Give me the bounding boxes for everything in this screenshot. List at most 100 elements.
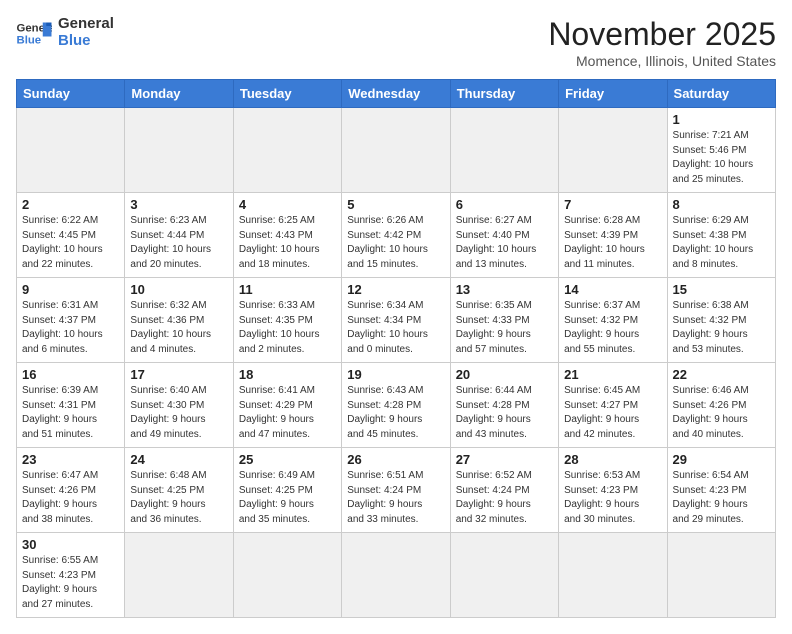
- calendar-cell: 4Sunrise: 6:25 AM Sunset: 4:43 PM Daylig…: [233, 193, 341, 278]
- day-number: 28: [564, 452, 661, 467]
- calendar-cell: 21Sunrise: 6:45 AM Sunset: 4:27 PM Dayli…: [559, 363, 667, 448]
- day-info: Sunrise: 6:53 AM Sunset: 4:23 PM Dayligh…: [564, 469, 661, 527]
- week-row-2: 2 Sunrise: 6:22 AM Sunset: 4:45 PM Daylig…: [17, 193, 776, 278]
- header-thursday: Thursday: [450, 80, 558, 108]
- calendar-subtitle: Momence, Illinois, United States: [548, 53, 776, 69]
- day-number: 22: [673, 367, 770, 382]
- calendar-cell: 24 Sunrise: 6:48 AM Sunset: 4:25 PM Dayli…: [125, 448, 233, 533]
- calendar-cell: 26Sunrise: 6:51 AM Sunset: 4:24 PM Dayli…: [342, 448, 450, 533]
- calendar-cell: 13Sunrise: 6:35 AM Sunset: 4:33 PM Dayli…: [450, 278, 558, 363]
- day-info: Sunrise: 6:40 AM Sunset: 4:30 PM Dayligh…: [130, 384, 227, 442]
- calendar-cell: 8 Sunrise: 6:29 AM Sunset: 4:38 PM Daylig…: [667, 193, 775, 278]
- day-number: 3: [130, 197, 227, 212]
- week-row-4: 16 Sunrise: 6:39 AM Sunset: 4:31 PM Dayli…: [17, 363, 776, 448]
- calendar-cell: 22 Sunrise: 6:46 AM Sunset: 4:26 PM Dayli…: [667, 363, 775, 448]
- calendar-cell: 9Sunrise: 6:31 AM Sunset: 4:37 PM Daylig…: [17, 278, 125, 363]
- week-row-5: 23Sunrise: 6:47 AM Sunset: 4:26 PM Dayli…: [17, 448, 776, 533]
- calendar-cell: 19 Sunrise: 6:43 AM Sunset: 4:28 PM Dayli…: [342, 363, 450, 448]
- day-info: Sunrise: 6:46 AM Sunset: 4:26 PM Dayligh…: [673, 384, 770, 442]
- week-row-6: 30 Sunrise: 6:55 AM Sunset: 4:23 PM Dayli…: [17, 533, 776, 618]
- logo-line2: Blue: [58, 33, 114, 50]
- calendar-cell: 2 Sunrise: 6:22 AM Sunset: 4:45 PM Daylig…: [17, 193, 125, 278]
- calendar-cell: 5 Sunrise: 6:26 AM Sunset: 4:42 PM Daylig…: [342, 193, 450, 278]
- day-info: Sunrise: 6:54 AM Sunset: 4:23 PM Dayligh…: [673, 469, 770, 527]
- calendar-cell: 7Sunrise: 6:28 AM Sunset: 4:39 PM Daylig…: [559, 193, 667, 278]
- header-saturday: Saturday: [667, 80, 775, 108]
- day-info: Sunrise: 6:44 AM Sunset: 4:28 PM Dayligh…: [456, 384, 553, 442]
- day-number: 2: [22, 197, 119, 212]
- calendar-cell: [667, 533, 775, 618]
- day-number: 13: [456, 282, 553, 297]
- calendar-header-row: SundayMondayTuesdayWednesdayThursdayFrid…: [17, 80, 776, 108]
- calendar-title: November 2025: [548, 16, 776, 53]
- header-wednesday: Wednesday: [342, 80, 450, 108]
- title-block: November 2025 Momence, Illinois, United …: [548, 16, 776, 69]
- calendar-cell: [342, 108, 450, 193]
- day-number: 23: [22, 452, 119, 467]
- calendar-cell: [559, 108, 667, 193]
- day-number: 11: [239, 282, 336, 297]
- day-info: Sunrise: 7:21 AM Sunset: 5:46 PM Dayligh…: [673, 129, 770, 187]
- day-info: Sunrise: 6:26 AM Sunset: 4:42 PM Dayligh…: [347, 214, 444, 272]
- day-info: Sunrise: 6:22 AM Sunset: 4:45 PM Dayligh…: [22, 214, 119, 272]
- day-number: 6: [456, 197, 553, 212]
- day-info: Sunrise: 6:48 AM Sunset: 4:25 PM Dayligh…: [130, 469, 227, 527]
- day-number: 29: [673, 452, 770, 467]
- day-number: 18: [239, 367, 336, 382]
- calendar-cell: 14 Sunrise: 6:37 AM Sunset: 4:32 PM Dayli…: [559, 278, 667, 363]
- day-info: Sunrise: 6:23 AM Sunset: 4:44 PM Dayligh…: [130, 214, 227, 272]
- calendar-cell: [233, 533, 341, 618]
- day-info: Sunrise: 6:51 AM Sunset: 4:24 PM Dayligh…: [347, 469, 444, 527]
- day-info: Sunrise: 6:41 AM Sunset: 4:29 PM Dayligh…: [239, 384, 336, 442]
- calendar-cell: 29 Sunrise: 6:54 AM Sunset: 4:23 PM Dayli…: [667, 448, 775, 533]
- day-number: 14: [564, 282, 661, 297]
- week-row-3: 9Sunrise: 6:31 AM Sunset: 4:37 PM Daylig…: [17, 278, 776, 363]
- day-number: 30: [22, 537, 119, 552]
- calendar-cell: [125, 108, 233, 193]
- day-number: 8: [673, 197, 770, 212]
- logo: General Blue General Blue: [16, 16, 114, 49]
- calendar-cell: 30 Sunrise: 6:55 AM Sunset: 4:23 PM Dayli…: [17, 533, 125, 618]
- day-number: 10: [130, 282, 227, 297]
- week-row-1: 1Sunrise: 7:21 AM Sunset: 5:46 PM Daylig…: [17, 108, 776, 193]
- day-number: 5: [347, 197, 444, 212]
- day-info: Sunrise: 6:31 AM Sunset: 4:37 PM Dayligh…: [22, 299, 119, 357]
- header-tuesday: Tuesday: [233, 80, 341, 108]
- day-number: 16: [22, 367, 119, 382]
- day-info: Sunrise: 6:43 AM Sunset: 4:28 PM Dayligh…: [347, 384, 444, 442]
- calendar-cell: 15Sunrise: 6:38 AM Sunset: 4:32 PM Dayli…: [667, 278, 775, 363]
- day-number: 12: [347, 282, 444, 297]
- day-number: 7: [564, 197, 661, 212]
- calendar-cell: 25Sunrise: 6:49 AM Sunset: 4:25 PM Dayli…: [233, 448, 341, 533]
- day-info: Sunrise: 6:37 AM Sunset: 4:32 PM Dayligh…: [564, 299, 661, 357]
- day-info: Sunrise: 6:29 AM Sunset: 4:38 PM Dayligh…: [673, 214, 770, 272]
- day-info: Sunrise: 6:49 AM Sunset: 4:25 PM Dayligh…: [239, 469, 336, 527]
- day-info: Sunrise: 6:32 AM Sunset: 4:36 PM Dayligh…: [130, 299, 227, 357]
- calendar-cell: 23Sunrise: 6:47 AM Sunset: 4:26 PM Dayli…: [17, 448, 125, 533]
- day-info: Sunrise: 6:38 AM Sunset: 4:32 PM Dayligh…: [673, 299, 770, 357]
- logo-line1: General: [58, 16, 114, 33]
- day-info: Sunrise: 6:39 AM Sunset: 4:31 PM Dayligh…: [22, 384, 119, 442]
- calendar-cell: 6 Sunrise: 6:27 AM Sunset: 4:40 PM Daylig…: [450, 193, 558, 278]
- day-number: 19: [347, 367, 444, 382]
- calendar-table: SundayMondayTuesdayWednesdayThursdayFrid…: [16, 79, 776, 618]
- calendar-cell: 17Sunrise: 6:40 AM Sunset: 4:30 PM Dayli…: [125, 363, 233, 448]
- calendar-cell: [450, 533, 558, 618]
- calendar-cell: [450, 108, 558, 193]
- calendar-cell: 10 Sunrise: 6:32 AM Sunset: 4:36 PM Dayli…: [125, 278, 233, 363]
- calendar-cell: [233, 108, 341, 193]
- day-info: Sunrise: 6:55 AM Sunset: 4:23 PM Dayligh…: [22, 554, 119, 612]
- page-header: General Blue General Blue November 2025 …: [16, 16, 776, 69]
- calendar-cell: 11Sunrise: 6:33 AM Sunset: 4:35 PM Dayli…: [233, 278, 341, 363]
- header-sunday: Sunday: [17, 80, 125, 108]
- calendar-cell: 12Sunrise: 6:34 AM Sunset: 4:34 PM Dayli…: [342, 278, 450, 363]
- header-friday: Friday: [559, 80, 667, 108]
- day-info: Sunrise: 6:45 AM Sunset: 4:27 PM Dayligh…: [564, 384, 661, 442]
- day-info: Sunrise: 6:27 AM Sunset: 4:40 PM Dayligh…: [456, 214, 553, 272]
- day-number: 24: [130, 452, 227, 467]
- day-number: 27: [456, 452, 553, 467]
- logo-icon: General Blue: [16, 19, 52, 47]
- calendar-cell: 3 Sunrise: 6:23 AM Sunset: 4:44 PM Daylig…: [125, 193, 233, 278]
- calendar-cell: 20Sunrise: 6:44 AM Sunset: 4:28 PM Dayli…: [450, 363, 558, 448]
- day-info: Sunrise: 6:52 AM Sunset: 4:24 PM Dayligh…: [456, 469, 553, 527]
